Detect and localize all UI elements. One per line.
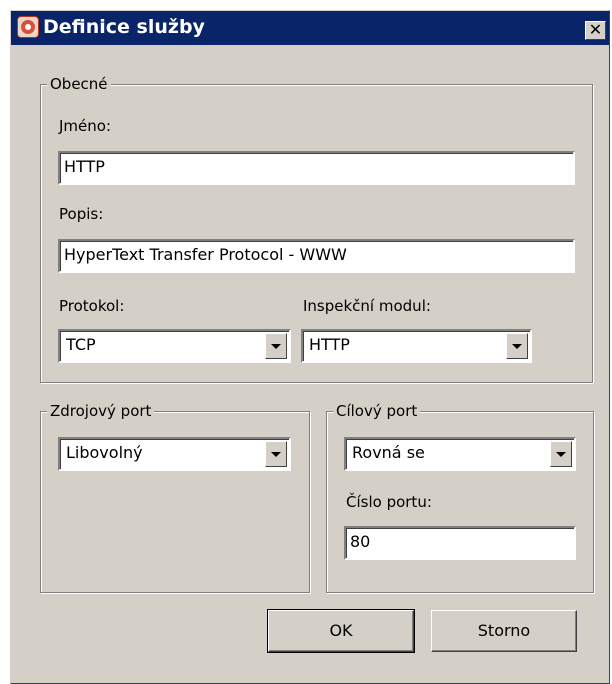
destination-port-dropdown-button[interactable] [550, 441, 572, 467]
protocol-select[interactable]: TCP [58, 329, 291, 363]
description-label: Popis: [59, 205, 104, 223]
chevron-down-icon [556, 452, 566, 457]
inspection-module-value: HTTP [309, 335, 350, 354]
close-button[interactable]: ✕ [585, 21, 606, 40]
title-bar[interactable]: Definice služby ✕ [11, 11, 609, 45]
chevron-down-icon [271, 344, 281, 349]
protocol-label: Protokol: [59, 297, 125, 315]
name-label: Jméno: [59, 117, 112, 135]
window-title: Definice služby [43, 16, 205, 38]
protocol-dropdown-button[interactable] [265, 333, 287, 359]
port-number-label: Číslo portu: [346, 493, 432, 511]
service-definition-dialog: Definice služby ✕ Obecné Jméno: HTTP Pop… [10, 10, 610, 684]
port-number-input[interactable]: 80 [344, 526, 576, 560]
chevron-down-icon [271, 452, 281, 457]
description-input[interactable]: HyperText Transfer Protocol - WWW [58, 239, 575, 273]
inspection-module-dropdown-button[interactable] [506, 333, 528, 359]
source-port-dropdown-button[interactable] [265, 441, 287, 467]
name-input[interactable]: HTTP [58, 151, 575, 185]
inspection-module-label: Inspekční modul: [303, 297, 431, 315]
destination-port-legend: Cílový port [333, 401, 421, 421]
destination-port-value: Rovná se [352, 443, 425, 462]
protocol-value: TCP [66, 335, 96, 354]
source-port-select[interactable]: Libovolný [58, 437, 291, 471]
app-icon [17, 16, 39, 38]
cancel-button[interactable]: Storno [431, 610, 577, 652]
source-port-legend: Zdrojový port [47, 401, 155, 421]
close-icon: ✕ [588, 20, 603, 39]
destination-port-select[interactable]: Rovná se [344, 437, 576, 471]
general-legend: Obecné [47, 74, 111, 94]
source-port-value: Libovolný [66, 443, 143, 462]
inspection-module-select[interactable]: HTTP [301, 329, 532, 363]
chevron-down-icon [512, 344, 522, 349]
ok-button[interactable]: OK [267, 609, 415, 653]
